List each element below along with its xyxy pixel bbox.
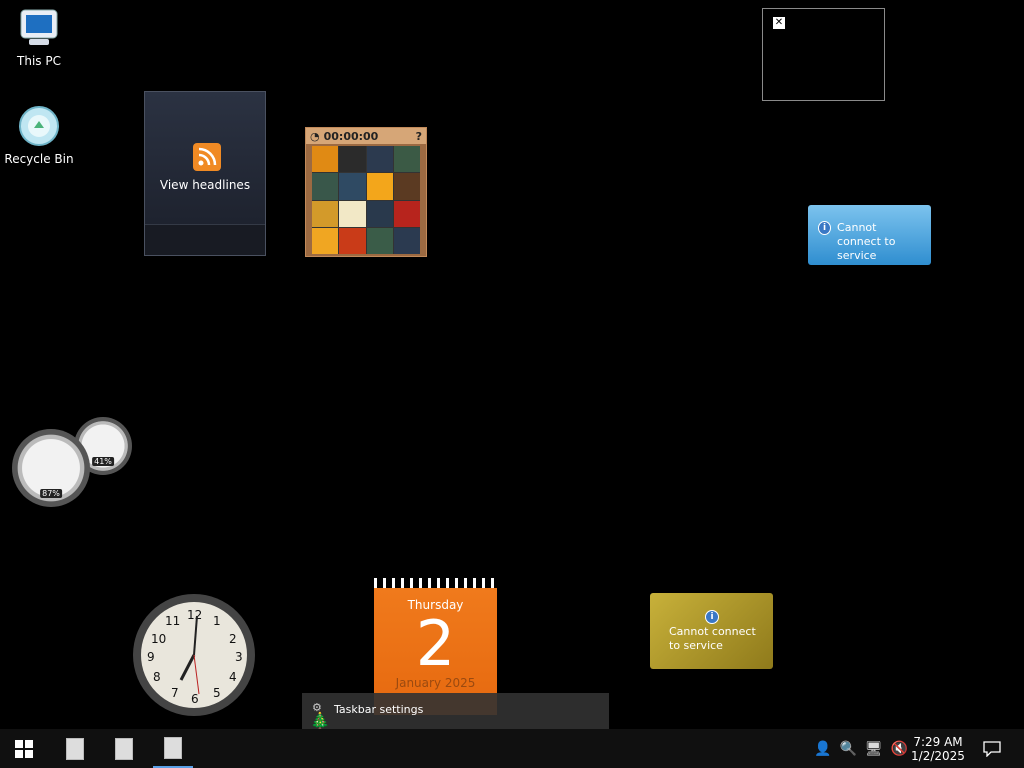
weather-status: Cannot connect to service bbox=[837, 221, 896, 262]
broken-image-icon: ✕ bbox=[773, 17, 785, 29]
system-tray: 👤 🔍 🖥 🔇 bbox=[814, 729, 908, 768]
timer-icon: ◔ bbox=[310, 129, 320, 143]
windows-logo-icon bbox=[15, 739, 33, 758]
clock-gadget[interactable]: 12 1 2 3 4 5 6 7 8 9 10 11 bbox=[133, 594, 255, 716]
network-user-icon[interactable]: 👤 bbox=[814, 741, 831, 757]
view-headlines-link[interactable]: View headlines bbox=[145, 178, 265, 192]
puzzle-tile[interactable] bbox=[339, 200, 366, 227]
taskbar-time: 7:29 AM bbox=[913, 734, 963, 749]
feed-headlines-gadget[interactable]: View headlines bbox=[144, 91, 266, 256]
puzzle-toolbar: ◔ 00:00:00 ? bbox=[306, 128, 426, 144]
info-icon: i bbox=[705, 609, 719, 624]
taskbar: 👤 🔍 🖥 🔇 7:29 AM 1/2/2025 bbox=[0, 729, 1024, 768]
taskbar-app-button[interactable] bbox=[104, 729, 144, 768]
memory-percent: 41% bbox=[92, 457, 114, 466]
start-button[interactable] bbox=[4, 729, 44, 768]
recycle-bin-icon bbox=[17, 104, 61, 148]
taskbar-clock[interactable]: 7:29 AM 1/2/2025 bbox=[908, 729, 968, 768]
network-icon[interactable]: 🖥 bbox=[865, 741, 883, 757]
puzzle-tile[interactable] bbox=[312, 173, 339, 200]
taskbar-date: 1/2/2025 bbox=[911, 748, 965, 763]
document-icon bbox=[164, 736, 182, 759]
document-icon bbox=[66, 737, 84, 760]
document-icon bbox=[115, 737, 133, 760]
taskbar-settings-popup[interactable]: ⚙ Taskbar settings 🎄 bbox=[302, 693, 609, 730]
info-icon: i bbox=[818, 221, 832, 235]
puzzle-timer: 00:00:00 bbox=[323, 129, 379, 143]
rss-icon bbox=[193, 143, 221, 171]
cpu-meter-gadget[interactable]: 41% 87% bbox=[10, 415, 138, 510]
taskbar-app-button-active[interactable] bbox=[153, 729, 193, 768]
puzzle-tile[interactable] bbox=[393, 173, 420, 200]
calendar-rings bbox=[374, 578, 497, 588]
puzzle-tile[interactable] bbox=[366, 173, 393, 200]
notification-icon bbox=[983, 740, 1001, 757]
desktop-icon-recycle-bin[interactable]: Recycle Bin bbox=[1, 104, 77, 166]
clock-face: 12 1 2 3 4 5 6 7 8 9 10 11 bbox=[141, 602, 247, 708]
puzzle-tile[interactable] bbox=[393, 227, 420, 254]
puzzle-tile[interactable] bbox=[393, 200, 420, 227]
puzzle-tile[interactable] bbox=[339, 146, 366, 173]
calendar-month-year: January 2025 bbox=[395, 676, 476, 690]
feed-gadget-footer bbox=[145, 224, 265, 255]
desktop-icon-label: This PC bbox=[17, 54, 61, 68]
taskbar-app-button[interactable] bbox=[55, 729, 95, 768]
desktop-icon-this-pc[interactable]: This PC bbox=[1, 6, 77, 68]
puzzle-grid[interactable] bbox=[312, 146, 420, 254]
currency-gadget[interactable]: i Cannot connect to service bbox=[650, 593, 773, 669]
puzzle-tile[interactable] bbox=[393, 146, 420, 173]
puzzle-help-icon[interactable]: ? bbox=[416, 130, 422, 143]
puzzle-tile[interactable] bbox=[312, 227, 339, 254]
computer-icon bbox=[17, 6, 61, 50]
puzzle-tile[interactable] bbox=[366, 227, 393, 254]
speaker-muted-icon[interactable]: 🔇 bbox=[891, 741, 908, 757]
weather-gadget[interactable]: i Cannot connect to service bbox=[808, 205, 931, 265]
puzzle-tile[interactable] bbox=[339, 173, 366, 200]
desktop-icon-label: Recycle Bin bbox=[4, 152, 74, 166]
calendar-day: 2 bbox=[415, 607, 456, 680]
taskbar-settings-label[interactable]: Taskbar settings bbox=[334, 703, 423, 716]
cpu-dial: 87% bbox=[12, 429, 90, 507]
cpu-percent: 87% bbox=[40, 489, 62, 498]
action-center-button[interactable] bbox=[980, 729, 1004, 768]
puzzle-tile[interactable] bbox=[366, 146, 393, 173]
christmas-tree-icon: 🎄 bbox=[310, 711, 330, 730]
clock-hands bbox=[179, 615, 200, 695]
puzzle-tile[interactable] bbox=[312, 200, 339, 227]
puzzle-tile[interactable] bbox=[312, 146, 339, 173]
slideshow-gadget[interactable]: ✕ bbox=[762, 8, 885, 101]
puzzle-tile[interactable] bbox=[339, 227, 366, 254]
picture-puzzle-gadget[interactable]: ◔ 00:00:00 ? bbox=[305, 127, 427, 257]
currency-status: Cannot connect to service bbox=[669, 625, 756, 652]
search-icon[interactable]: 🔍 bbox=[839, 741, 856, 757]
puzzle-tile[interactable] bbox=[366, 200, 393, 227]
